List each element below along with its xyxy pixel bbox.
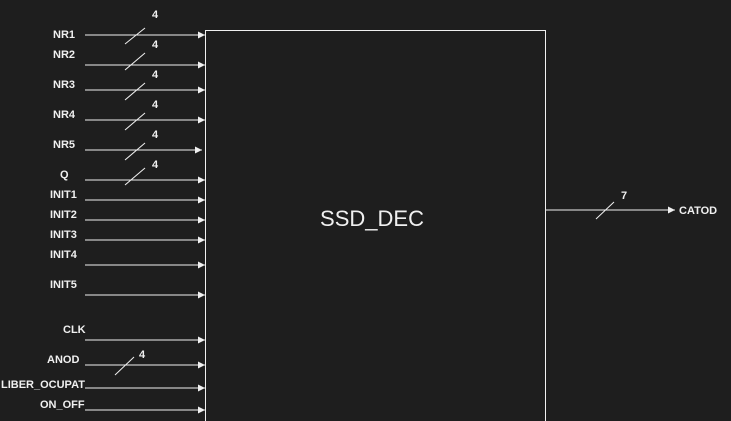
- input-label: Q: [60, 169, 69, 181]
- input-label: INIT3: [50, 229, 77, 241]
- input-ports: NR14NR24NR34NR44NR54Q4INIT1INIT2INIT3INI…: [1, 9, 205, 414]
- input-label: LIBER_OCUPAT: [1, 379, 85, 391]
- input-port-clk: CLK: [63, 324, 205, 344]
- bus-slash: [124, 142, 146, 161]
- input-port-init4: INIT4: [50, 249, 205, 269]
- bus-width: 4: [152, 129, 159, 141]
- input-label: CLK: [63, 324, 86, 336]
- input-port-nr2: NR2 4: [53, 39, 205, 71]
- input-label: NR2: [53, 49, 75, 61]
- bus-slash: [124, 167, 146, 186]
- bus-width: 4: [139, 349, 146, 361]
- input-label: ANOD: [47, 354, 79, 366]
- block-diagram: SSD_DEC NR14NR24NR34NR44NR54Q4INIT1INIT2…: [1, 9, 717, 421]
- block-title: SSD_DEC: [320, 206, 424, 231]
- bus-width: 4: [152, 39, 159, 51]
- input-port-nr5: NR5 4: [53, 129, 202, 161]
- bus-width: 4: [152, 69, 159, 81]
- input-port-q: Q4: [60, 159, 205, 186]
- input-port-nr1: NR1 4: [53, 9, 205, 45]
- bus-width: 4: [152, 99, 159, 111]
- input-port-init3: INIT3: [50, 229, 205, 244]
- input-label: INIT5: [50, 279, 77, 291]
- input-port-on-off: ON_OFF: [40, 399, 205, 414]
- bus-slash: [114, 356, 135, 376]
- bus-slash: [124, 27, 146, 45]
- input-port-nr4: NR4 4: [53, 99, 205, 131]
- input-label: NR3: [53, 79, 75, 91]
- input-label: INIT4: [50, 249, 78, 261]
- bus-slash: [124, 82, 146, 101]
- input-port-nr3: NR3 4: [53, 69, 205, 101]
- input-label: INIT2: [50, 209, 77, 221]
- output-port-catod: 7 CATOD: [546, 190, 717, 220]
- input-label: INIT1: [50, 189, 77, 201]
- input-port-anod: ANOD 4: [47, 349, 205, 376]
- input-label: NR4: [53, 109, 76, 121]
- input-label: ON_OFF: [40, 399, 85, 411]
- output-bus-width: 7: [621, 190, 627, 202]
- input-port-init5: INIT5: [50, 279, 205, 299]
- bus-slash: [124, 112, 146, 131]
- input-port-init2: INIT2: [50, 209, 205, 224]
- output-label: CATOD: [679, 205, 717, 217]
- bus-slash: [124, 52, 146, 71]
- bus-width: 4: [152, 9, 159, 21]
- input-port-liber-ocupat: LIBER_OCUPAT: [1, 379, 205, 392]
- input-label: NR1: [53, 29, 75, 41]
- input-label: NR5: [53, 139, 75, 151]
- bus-width: 4: [152, 159, 159, 171]
- input-port-init1: INIT1: [50, 189, 205, 204]
